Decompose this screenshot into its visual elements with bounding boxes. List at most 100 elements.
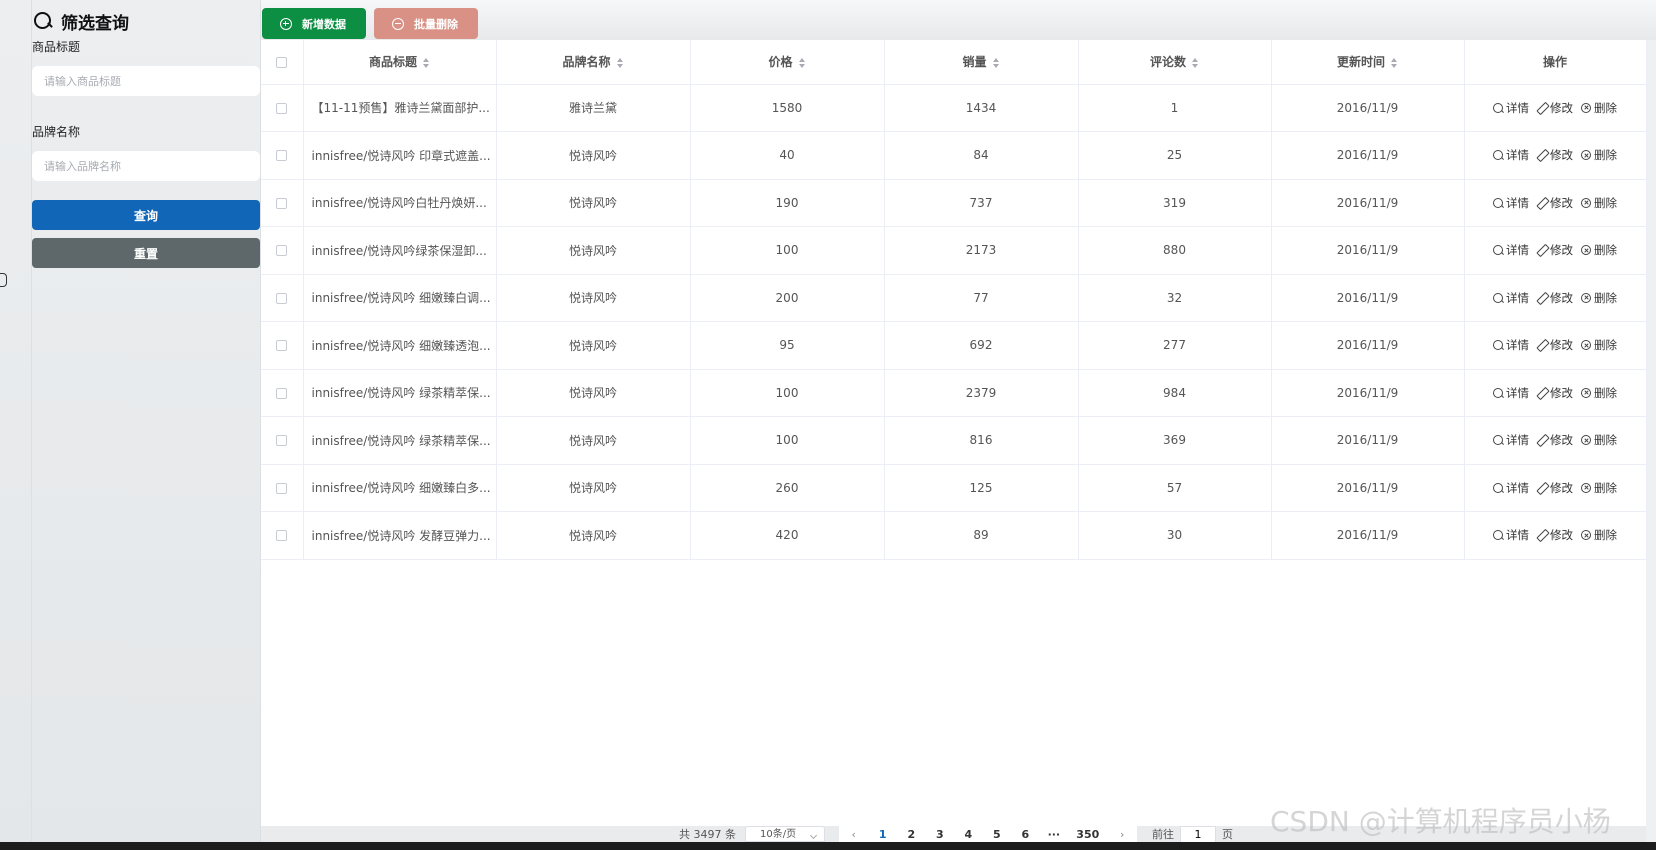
table-row[interactable]: innisfree/悦诗风吟 发酵豆弹力... 悦诗风吟 420 89 30 2016/1… [261, 511, 1647, 560]
row-checkbox[interactable] [276, 530, 288, 542]
page-ellipsis[interactable]: ··· [1040, 828, 1069, 841]
search-icon [1493, 340, 1503, 351]
row-checkbox[interactable] [276, 340, 288, 352]
delete-button[interactable]: 删除 [1581, 100, 1617, 116]
goto-page-input[interactable] [1180, 826, 1216, 842]
sort-icon[interactable] [798, 57, 806, 68]
cell-updated: 2016/11/9 [1271, 179, 1465, 227]
row-checkbox[interactable] [276, 482, 288, 494]
pencil-icon [1537, 435, 1547, 445]
detail-button[interactable]: 详情 [1493, 290, 1529, 306]
detail-button[interactable]: 详情 [1493, 242, 1529, 258]
detail-button[interactable]: 详情 [1493, 147, 1529, 163]
select-all-checkbox[interactable] [276, 56, 288, 68]
cell-comments: 32 [1078, 274, 1272, 322]
detail-button[interactable]: 详情 [1493, 337, 1529, 353]
prev-page-icon[interactable]: ‹ [839, 828, 869, 841]
header-brand[interactable]: 品牌名称 [496, 40, 691, 85]
sort-icon[interactable] [1192, 57, 1199, 68]
delete-button[interactable]: 删除 [1581, 147, 1617, 163]
row-checkbox[interactable] [276, 435, 288, 447]
brand-name-input[interactable] [32, 151, 260, 181]
edit-button[interactable]: 修改 [1537, 290, 1573, 306]
page-size-select[interactable]: 10条/页 [745, 826, 825, 842]
reset-button[interactable]: 重置 [32, 238, 260, 268]
delete-button[interactable]: 删除 [1581, 432, 1617, 448]
table-row[interactable]: innisfree/悦诗风吟 细嫩臻白调... 悦诗风吟 200 77 32 2016/1… [261, 274, 1647, 322]
search-icon [1493, 245, 1503, 256]
cell-actions: 详情 修改 删除 [1464, 464, 1647, 512]
edit-button[interactable]: 修改 [1537, 337, 1573, 353]
edit-button[interactable]: 修改 [1537, 527, 1573, 543]
add-data-button[interactable]: 新增数据 [262, 8, 366, 39]
sort-icon[interactable] [423, 57, 430, 68]
cell-brand: 悦诗风吟 [496, 416, 691, 465]
detail-label: 详情 [1506, 100, 1529, 115]
edit-button[interactable]: 修改 [1537, 480, 1573, 496]
delete-button[interactable]: 删除 [1581, 242, 1617, 258]
header-sales[interactable]: 销量 [884, 40, 1079, 85]
close-circle-icon [1581, 482, 1591, 493]
edit-button[interactable]: 修改 [1537, 242, 1573, 258]
detail-button[interactable]: 详情 [1493, 480, 1529, 496]
delete-button[interactable]: 删除 [1581, 290, 1617, 306]
header-price[interactable]: 价格 [690, 40, 885, 85]
header-title[interactable]: 商品标题 [303, 40, 497, 85]
page-3[interactable]: 3 [926, 828, 955, 841]
page-last[interactable]: 350 [1068, 828, 1107, 841]
row-checkbox[interactable] [276, 292, 288, 304]
row-actions: 详情 修改 删除 [1465, 195, 1646, 211]
detail-button[interactable]: 详情 [1493, 195, 1529, 211]
table-row[interactable]: innisfree/悦诗风吟白牡丹焕妍... 悦诗风吟 190 737 319 2016/… [261, 179, 1647, 227]
page-2[interactable]: 2 [897, 828, 926, 841]
header-updated[interactable]: 更新时间 [1271, 40, 1465, 85]
header-comments[interactable]: 评论数 [1078, 40, 1272, 85]
row-checkbox[interactable] [276, 150, 288, 162]
detail-button[interactable]: 详情 [1493, 385, 1529, 401]
edit-label: 修改 [1550, 290, 1573, 305]
page-1[interactable]: 1 [869, 828, 898, 841]
edit-button[interactable]: 修改 [1537, 147, 1573, 163]
row-checkbox[interactable] [276, 197, 288, 209]
edit-button[interactable]: 修改 [1537, 432, 1573, 448]
page-4[interactable]: 4 [954, 828, 983, 841]
batch-delete-button[interactable]: 批量删除 [374, 8, 478, 39]
page-5[interactable]: 5 [983, 828, 1012, 841]
cell-actions: 详情 修改 删除 [1464, 226, 1647, 275]
table-row[interactable]: innisfree/悦诗风吟 绿茶精萃保... 悦诗风吟 100 816 369 2016… [261, 416, 1647, 465]
query-button[interactable]: 查询 [32, 200, 260, 230]
search-icon [1493, 150, 1503, 161]
cell-actions: 详情 修改 删除 [1464, 179, 1647, 227]
table-row[interactable]: innisfree/悦诗风吟 细嫩臻白多... 悦诗风吟 260 125 57 2016/… [261, 464, 1647, 512]
delete-button[interactable]: 删除 [1581, 527, 1617, 543]
table-row[interactable]: innisfree/悦诗风吟绿茶保湿卸... 悦诗风吟 100 2173 880 2016… [261, 226, 1647, 275]
next-page-icon[interactable]: › [1107, 828, 1137, 841]
cell-updated: 2016/11/9 [1271, 321, 1465, 370]
close-circle-icon [1581, 387, 1591, 398]
delete-button[interactable]: 删除 [1581, 337, 1617, 353]
edit-button[interactable]: 修改 [1537, 100, 1573, 116]
cell-price: 95 [690, 321, 885, 370]
detail-button[interactable]: 详情 [1493, 527, 1529, 543]
table-row[interactable]: innisfree/悦诗风吟 印章式遮盖... 悦诗风吟 40 84 25 2016/11… [261, 131, 1647, 180]
detail-button[interactable]: 详情 [1493, 432, 1529, 448]
table-row[interactable]: 【11-11预售】雅诗兰黛面部护... 雅诗兰黛 1580 1434 1 2016/11/… [261, 84, 1647, 132]
sort-icon[interactable] [616, 57, 624, 68]
edit-button[interactable]: 修改 [1537, 385, 1573, 401]
row-checkbox[interactable] [276, 102, 288, 114]
delete-button[interactable]: 删除 [1581, 480, 1617, 496]
page-6[interactable]: 6 [1011, 828, 1040, 841]
detail-button[interactable]: 详情 [1493, 100, 1529, 116]
pencil-icon [1537, 340, 1547, 350]
sort-icon[interactable] [1391, 57, 1398, 68]
table-row[interactable]: innisfree/悦诗风吟 细嫩臻透泡... 悦诗风吟 95 692 277 2016/… [261, 321, 1647, 370]
cell-comments: 25 [1078, 131, 1272, 180]
sort-icon[interactable] [992, 57, 1000, 68]
product-title-input[interactable] [32, 66, 260, 96]
row-checkbox[interactable] [276, 387, 288, 399]
row-checkbox[interactable] [276, 245, 288, 257]
table-row[interactable]: innisfree/悦诗风吟 绿茶精萃保... 悦诗风吟 100 2379 984 201… [261, 369, 1647, 417]
edit-button[interactable]: 修改 [1537, 195, 1573, 211]
delete-button[interactable]: 删除 [1581, 385, 1617, 401]
delete-button[interactable]: 删除 [1581, 195, 1617, 211]
